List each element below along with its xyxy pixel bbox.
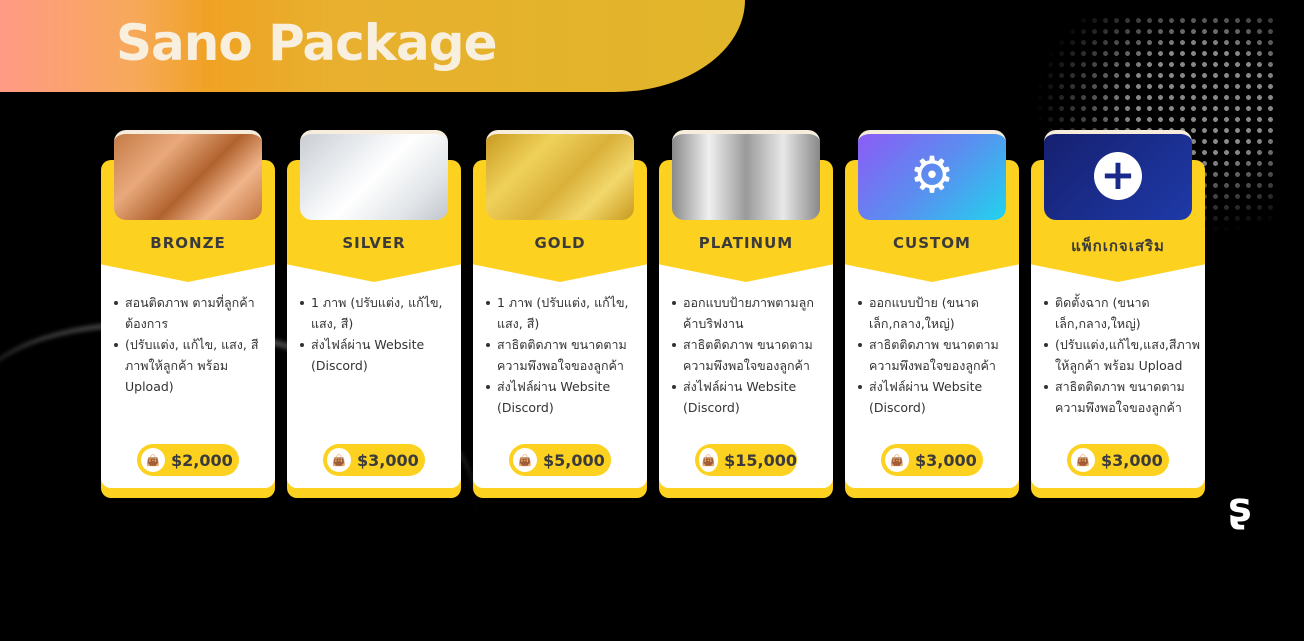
package-name: PLATINUM bbox=[698, 234, 794, 252]
package-swatch: ⚙ bbox=[858, 130, 1006, 220]
feature-item: ส่งไฟล์ผ่าน Website (Discord) bbox=[299, 334, 457, 376]
price-amount: $3,000 bbox=[1101, 450, 1163, 470]
package-name: GOLD bbox=[534, 234, 586, 252]
package-swatch bbox=[672, 130, 820, 220]
page-title: Sano Package bbox=[116, 14, 497, 72]
shopping-bag-icon: 👜 bbox=[885, 448, 909, 472]
feature-list: ติดตั้งฉาก (ขนาดเล็ก,กลาง,ใหญ่) (ปรับแต่ง… bbox=[1043, 292, 1201, 418]
price-button[interactable]: 👜 $15,000 bbox=[695, 444, 797, 476]
feature-item: 1 ภาพ (ปรับแต่ง, แก้ไข, แสง, สี) bbox=[485, 292, 643, 334]
feature-item: ส่งไฟล์ผ่าน Website (Discord) bbox=[671, 376, 829, 418]
brand-logo: ʂ bbox=[1228, 485, 1252, 531]
feature-item: ออกแบบป้าย (ขนาดเล็ก,กลาง,ใหญ่) bbox=[857, 292, 1015, 334]
package-card[interactable]: ⚙ CUSTOM ออกแบบป้าย (ขนาดเล็ก,กลาง,ใหญ่)… bbox=[845, 130, 1019, 498]
feature-list: 1 ภาพ (ปรับแต่ง, แก้ไข, แสง, สี) สาธิตติด… bbox=[485, 292, 643, 418]
shopping-bag-icon: 👜 bbox=[327, 448, 351, 472]
package-swatch: + bbox=[1044, 130, 1192, 220]
gear-brush-icon: ⚙ bbox=[909, 146, 955, 204]
package-swatch bbox=[300, 130, 448, 220]
package-name: แพ็กเกจเสริม bbox=[1071, 237, 1165, 255]
feature-item: สาธิตติดภาพ ขนาดตามความพึงพอใจของลูกค้า bbox=[857, 334, 1015, 376]
price-button[interactable]: 👜 $3,000 bbox=[1067, 444, 1169, 476]
price-amount: $15,000 bbox=[724, 450, 797, 470]
feature-item: ส่งไฟล์ผ่าน Website (Discord) bbox=[485, 376, 643, 418]
price-amount: $3,000 bbox=[357, 450, 419, 470]
package-name: CUSTOM bbox=[893, 234, 971, 252]
price-button[interactable]: 👜 $3,000 bbox=[323, 444, 425, 476]
feature-item: สาธิตติดภาพ ขนาดตามความพึงพอใจของลูกค้า bbox=[485, 334, 643, 376]
package-card[interactable]: SILVER 1 ภาพ (ปรับแต่ง, แก้ไข, แสง, สี) ส… bbox=[287, 130, 461, 498]
feature-item: สาธิตติดภาพ ขนาดตามความพึงพอใจของลูกค้า bbox=[1043, 376, 1201, 418]
package-name: BRONZE bbox=[150, 234, 226, 252]
feature-item: (ปรับแต่ง,แก้ไข,แสง,สีภาพให้ลูกค้า พร้อม… bbox=[1043, 334, 1201, 376]
feature-item: สาธิตติดภาพ ขนาดตามความพึงพอใจของลูกค้า bbox=[671, 334, 829, 376]
price-amount: $2,000 bbox=[171, 450, 233, 470]
package-card[interactable]: GOLD 1 ภาพ (ปรับแต่ง, แก้ไข, แสง, สี) สาธ… bbox=[473, 130, 647, 498]
price-button[interactable]: 👜 $3,000 bbox=[881, 444, 983, 476]
price-amount: $3,000 bbox=[915, 450, 977, 470]
price-amount: $5,000 bbox=[543, 450, 605, 470]
feature-item: ส่งไฟล์ผ่าน Website (Discord) bbox=[857, 376, 1015, 418]
feature-item: 1 ภาพ (ปรับแต่ง, แก้ไข, แสง, สี) bbox=[299, 292, 457, 334]
price-button[interactable]: 👜 $5,000 bbox=[509, 444, 611, 476]
package-card[interactable]: PLATINUM ออกแบบป้ายภาพตามลูกค้าบริฟงาน สา… bbox=[659, 130, 833, 498]
feature-list: ออกแบบป้ายภาพตามลูกค้าบริฟงาน สาธิตติดภาพ… bbox=[671, 292, 829, 418]
price-button[interactable]: 👜 $2,000 bbox=[137, 444, 239, 476]
feature-item: ติดตั้งฉาก (ขนาดเล็ก,กลาง,ใหญ่) bbox=[1043, 292, 1201, 334]
plus-icon: + bbox=[1094, 152, 1142, 200]
shopping-bag-icon: 👜 bbox=[513, 448, 537, 472]
shopping-bag-icon: 👜 bbox=[699, 448, 719, 472]
feature-list: 1 ภาพ (ปรับแต่ง, แก้ไข, แสง, สี) ส่งไฟล์ผ… bbox=[299, 292, 457, 376]
feature-item: ออกแบบป้ายภาพตามลูกค้าบริฟงาน bbox=[671, 292, 829, 334]
package-swatch bbox=[486, 130, 634, 220]
package-name: SILVER bbox=[342, 234, 406, 252]
shopping-bag-icon: 👜 bbox=[141, 448, 165, 472]
feature-list: ออกแบบป้าย (ขนาดเล็ก,กลาง,ใหญ่) สาธิตติดภ… bbox=[857, 292, 1015, 418]
feature-item: (ปรับแต่ง, แก้ไข, แสง, สี ภาพให้ลูกค้า พ… bbox=[113, 334, 271, 397]
package-card[interactable]: + แพ็กเกจเสริม ติดตั้งฉาก (ขนาดเล็ก,กลาง… bbox=[1031, 130, 1205, 498]
package-card[interactable]: BRONZE สอนติดภาพ ตามที่ลูกค้าต้องการ (ปรั… bbox=[101, 130, 275, 498]
shopping-bag-icon: 👜 bbox=[1071, 448, 1095, 472]
feature-list: สอนติดภาพ ตามที่ลูกค้าต้องการ (ปรับแต่ง, … bbox=[113, 292, 271, 397]
feature-item: สอนติดภาพ ตามที่ลูกค้าต้องการ bbox=[113, 292, 271, 334]
package-swatch bbox=[114, 130, 262, 220]
